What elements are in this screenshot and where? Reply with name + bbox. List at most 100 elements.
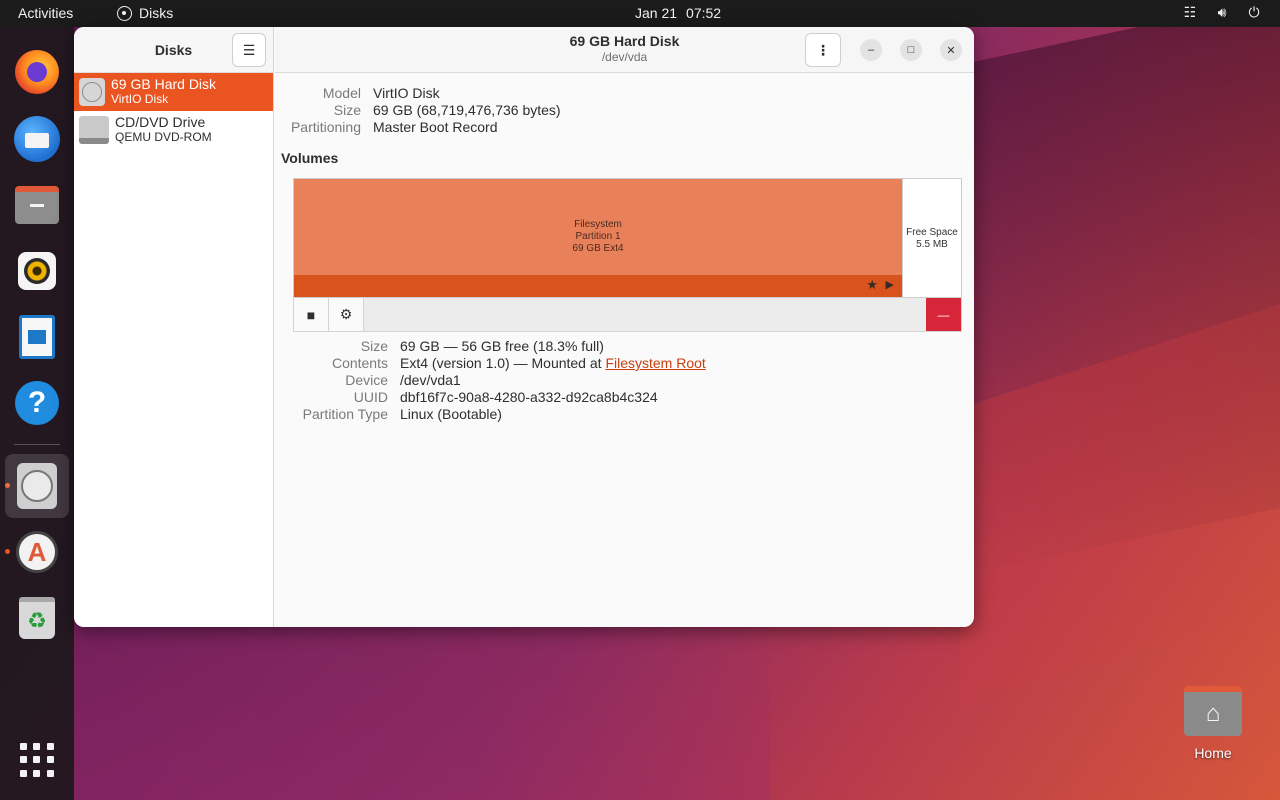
power-icon[interactable]: ⏻ bbox=[1246, 4, 1262, 21]
partition-type-label: Partition Type bbox=[302, 406, 388, 422]
activities-button[interactable]: Activities bbox=[18, 5, 73, 21]
dock-files[interactable] bbox=[12, 180, 62, 230]
rhythmbox-icon bbox=[18, 252, 56, 290]
sidebar-title: Disks bbox=[154, 41, 193, 58]
top-bar: Activities Disks Jan 21 07:52 ☷ 🔊︎ ⏻ bbox=[0, 0, 1280, 27]
delete-partition-button[interactable]: — bbox=[926, 298, 961, 331]
dock-rhythmbox[interactable] bbox=[12, 246, 62, 296]
sidebar: Disks ☰ 69 GB Hard Disk VirtIO Disk CD/D… bbox=[74, 27, 274, 627]
dock-firefox[interactable] bbox=[12, 47, 62, 97]
thunderbird-icon bbox=[14, 116, 60, 162]
drive-subtitle: QEMU DVD-ROM bbox=[115, 130, 212, 144]
star-icon: ★ bbox=[866, 277, 878, 292]
app-menu[interactable]: Disks bbox=[117, 5, 173, 21]
files-icon bbox=[15, 186, 59, 224]
uuid-label: UUID bbox=[353, 389, 388, 405]
maximize-button[interactable]: □ bbox=[900, 39, 922, 61]
model-value: VirtIO Disk bbox=[373, 85, 440, 101]
volumes-heading: Volumes bbox=[281, 150, 339, 166]
drive-options-button[interactable]: ⋮ bbox=[805, 33, 841, 67]
running-indicator bbox=[5, 549, 10, 554]
dock-writer[interactable] bbox=[12, 312, 62, 362]
dock: ? A ♻ bbox=[0, 27, 74, 800]
wallpaper-shape bbox=[70, 600, 770, 800]
partition-label: Filesystem Partition 1 69 GB Ext4 bbox=[294, 219, 902, 255]
hamburger-icon: ☰ bbox=[242, 41, 256, 58]
device-value: /dev/vda1 bbox=[400, 372, 461, 388]
filesystem-root-link[interactable]: Filesystem Root bbox=[605, 355, 705, 371]
app-menu-label: Disks bbox=[139, 5, 174, 21]
stop-icon: ■ bbox=[306, 306, 316, 323]
play-icon: ▶ bbox=[885, 279, 894, 291]
gear-icon: ⚙ bbox=[339, 306, 353, 322]
dock-thunderbird[interactable] bbox=[12, 114, 62, 164]
trash-icon: ♻ bbox=[19, 597, 55, 639]
header-bar: 69 GB Hard Disk /dev/vda ⋮ – □ ✕ bbox=[275, 27, 974, 73]
size-value: 69 GB (68,719,476,736 bytes) bbox=[373, 102, 561, 118]
software-icon: A bbox=[16, 531, 58, 573]
free-space-block[interactable]: Free Space 5.5 MB bbox=[902, 179, 961, 297]
free-space-label: Free Space bbox=[906, 227, 958, 238]
minimize-button[interactable]: – bbox=[860, 39, 882, 61]
dock-help[interactable]: ? bbox=[12, 378, 62, 428]
volume-info: Size 69 GB — 56 GB free (18.3% full) Con… bbox=[293, 338, 706, 422]
partition-type: Filesystem bbox=[574, 219, 622, 230]
drive-item-hard-disk[interactable]: 69 GB Hard Disk VirtIO Disk bbox=[74, 73, 273, 111]
dock-trash[interactable]: ♻ bbox=[12, 593, 62, 643]
app-menu-button[interactable]: ☰ bbox=[232, 33, 266, 67]
sidebar-header: Disks ☰ bbox=[74, 27, 273, 73]
close-button[interactable]: ✕ bbox=[940, 39, 962, 61]
disks-window: Disks ☰ 69 GB Hard Disk VirtIO Disk CD/D… bbox=[74, 27, 974, 627]
vol-size-value: 69 GB — 56 GB free (18.3% full) bbox=[400, 338, 604, 354]
drive-name: 69 GB Hard Disk bbox=[111, 76, 217, 92]
main-panel: 69 GB Hard Disk /dev/vda ⋮ – □ ✕ Model V… bbox=[275, 27, 974, 627]
vol-size-label: Size bbox=[360, 338, 388, 354]
drive-item-dvd[interactable]: CD/DVD Drive QEMU DVD-ROM bbox=[74, 111, 273, 149]
optical-drive-icon bbox=[79, 116, 109, 144]
partition-type-value: Linux (Bootable) bbox=[400, 406, 502, 422]
free-space-size: 5.5 MB bbox=[916, 239, 948, 250]
home-folder-icon[interactable]: ⌂ bbox=[1184, 686, 1242, 736]
dock-disks[interactable] bbox=[5, 454, 69, 518]
filesystem-bar: ★ ▶ bbox=[294, 275, 902, 297]
contents-text: Ext4 (version 1.0) — Mounted at bbox=[400, 355, 606, 371]
clock-date: Jan 21 bbox=[635, 5, 678, 21]
volume-toolbar: ■ ⚙ — bbox=[293, 298, 962, 332]
partitioning-label: Partitioning bbox=[290, 119, 361, 135]
partition-1-block[interactable]: Filesystem Partition 1 69 GB Ext4 ★ ▶ bbox=[294, 179, 902, 297]
dock-separator bbox=[14, 444, 60, 445]
firefox-icon bbox=[15, 50, 59, 94]
app-grid-icon bbox=[20, 743, 54, 777]
minus-icon: — bbox=[937, 307, 950, 322]
close-icon: ✕ bbox=[946, 44, 956, 57]
network-icon[interactable]: ☷ bbox=[1182, 4, 1198, 21]
volume-icon[interactable]: 🔊︎ bbox=[1214, 4, 1230, 21]
model-label: Model bbox=[322, 85, 361, 101]
minimize-icon: – bbox=[867, 44, 875, 56]
partition-size: 69 GB Ext4 bbox=[572, 243, 624, 254]
contents-label: Contents bbox=[331, 355, 388, 371]
uuid-value: dbf16f7c-90a8-4280-a332-d92ca8b4c324 bbox=[400, 389, 658, 405]
drive-name: CD/DVD Drive bbox=[115, 114, 206, 130]
dock-software[interactable]: A bbox=[12, 527, 62, 577]
clock[interactable]: Jan 21 07:52 bbox=[635, 5, 721, 21]
kebab-menu-icon: ⋮ bbox=[816, 41, 830, 58]
partition-name: Partition 1 bbox=[575, 231, 621, 242]
help-icon: ? bbox=[15, 381, 59, 425]
partitioning-value: Master Boot Record bbox=[373, 119, 498, 135]
unmount-button[interactable]: ■ bbox=[294, 298, 329, 331]
volume-map: Filesystem Partition 1 69 GB Ext4 ★ ▶ Fr… bbox=[293, 178, 962, 298]
home-folder-label[interactable]: Home bbox=[1178, 745, 1248, 761]
writer-icon bbox=[19, 315, 55, 359]
partition-options-button[interactable]: ⚙ bbox=[329, 298, 364, 331]
disks-app-icon bbox=[117, 5, 132, 21]
drive-subtitle: VirtIO Disk bbox=[111, 92, 169, 106]
disk-info: Model VirtIO Disk Size 69 GB (68,719,476… bbox=[275, 85, 561, 135]
clock-time: 07:52 bbox=[686, 5, 722, 21]
maximize-icon: □ bbox=[907, 44, 915, 56]
device-label: Device bbox=[345, 372, 388, 388]
hard-disk-icon bbox=[79, 78, 105, 106]
show-apps-button[interactable] bbox=[12, 735, 62, 785]
disks-icon bbox=[17, 463, 57, 509]
system-tray[interactable]: ☷ 🔊︎ ⏻ bbox=[1182, 4, 1262, 21]
